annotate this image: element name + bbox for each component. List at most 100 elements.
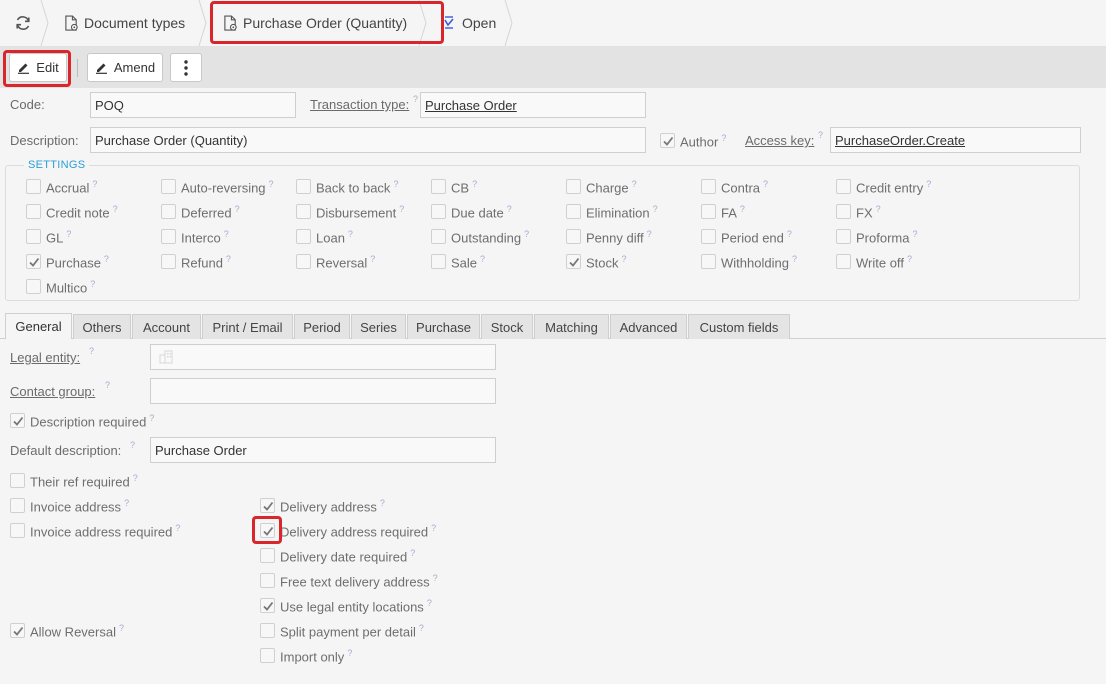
setting-checkbox[interactable] [566, 179, 581, 194]
breadcrumb: Document types Purchase Order (Quantity)… [0, 0, 1106, 47]
setting-checkbox[interactable] [26, 279, 41, 294]
split-payment-per-detail-label: Split payment per detail? [280, 623, 424, 640]
setting-label: Withholding? [721, 254, 797, 271]
setting-checkbox[interactable] [566, 254, 581, 269]
check-icon [262, 500, 274, 512]
use-legal-entity-locations-checkbox[interactable] [260, 598, 275, 613]
split-payment-per-detail-checkbox[interactable] [260, 623, 275, 638]
setting-checkbox[interactable] [296, 204, 311, 219]
help-marker[interactable]: ? [818, 130, 823, 140]
setting-checkbox[interactable] [26, 204, 41, 219]
setting-checkbox[interactable] [296, 229, 311, 244]
description-required-checkbox[interactable] [10, 413, 25, 428]
setting-checkbox[interactable] [836, 229, 851, 244]
setting-checkbox[interactable] [26, 229, 41, 244]
tab-series[interactable]: Series [351, 314, 406, 339]
tab-advanced[interactable]: Advanced [610, 314, 687, 339]
breadcrumb-current[interactable]: Purchase Order (Quantity) [223, 0, 407, 46]
edit-button-label: Edit [36, 60, 59, 75]
setting-checkbox[interactable] [701, 179, 716, 194]
chevron-separator-icon [198, 0, 207, 46]
chevron-separator-icon [40, 0, 49, 46]
help-marker[interactable]: ? [413, 94, 418, 104]
free-text-delivery-address-checkbox[interactable] [260, 573, 275, 588]
setting-checkbox[interactable] [836, 254, 851, 269]
tab-purchase[interactable]: Purchase [407, 314, 480, 339]
setting-checkbox[interactable] [296, 179, 311, 194]
setting-label: Interco? [181, 229, 229, 246]
tab-print-email[interactable]: Print / Email [202, 314, 293, 339]
description-required-label: Description required? [30, 413, 155, 430]
description-field[interactable]: Purchase Order (Quantity) [90, 127, 646, 153]
transaction-type-label[interactable]: Transaction type: [310, 97, 409, 112]
more-options-button[interactable] [170, 53, 202, 82]
setting-checkbox[interactable] [566, 204, 581, 219]
setting-checkbox[interactable] [431, 254, 446, 269]
setting-checkbox[interactable] [431, 204, 446, 219]
allow-reversal-checkbox[interactable] [10, 623, 25, 638]
setting-label: Loan? [316, 229, 353, 246]
setting-checkbox[interactable] [296, 254, 311, 269]
author-checkbox[interactable] [660, 133, 675, 148]
default-description-field[interactable]: Purchase Order [150, 437, 496, 463]
setting-checkbox[interactable] [836, 179, 851, 194]
breadcrumb-document-types-label: Document types [84, 15, 186, 31]
code-field[interactable]: POQ [90, 92, 296, 118]
setting-label: Write off? [856, 254, 912, 271]
setting-label: Deferred? [181, 204, 240, 221]
setting-checkbox[interactable] [701, 254, 716, 269]
help-marker[interactable]: ? [130, 440, 135, 450]
setting-checkbox[interactable] [161, 204, 176, 219]
edit-button[interactable]: Edit [9, 53, 67, 82]
setting-label: Credit note? [46, 204, 118, 221]
tab-period[interactable]: Period [294, 314, 350, 339]
access-key-label-text: Access key: [745, 133, 815, 148]
setting-checkbox[interactable] [701, 204, 716, 219]
legal-entity-label[interactable]: Legal entity: [10, 350, 80, 365]
invoice-address-checkbox[interactable] [10, 498, 25, 513]
breadcrumb-document-types[interactable]: Document types [64, 0, 185, 46]
delivery-address-required-checkbox[interactable] [260, 523, 275, 538]
tab-general[interactable]: General [5, 313, 72, 339]
legal-entity-field[interactable] [150, 344, 496, 370]
setting-checkbox[interactable] [566, 229, 581, 244]
tab-stock[interactable]: Stock [481, 314, 533, 339]
setting-checkbox[interactable] [701, 229, 716, 244]
contact-group-field[interactable] [150, 378, 496, 404]
delivery-address-checkbox[interactable] [260, 498, 275, 513]
invoice-address-required-checkbox[interactable] [10, 523, 25, 538]
setting-checkbox[interactable] [161, 179, 176, 194]
setting-label: Charge? [586, 179, 637, 196]
access-key-label[interactable]: Access key: [745, 133, 814, 148]
chevron-separator-icon [504, 0, 513, 46]
setting-label: Accrual? [46, 179, 98, 196]
tab-account[interactable]: Account [132, 314, 201, 339]
setting-checkbox[interactable] [26, 254, 41, 269]
amend-button[interactable]: Amend [87, 53, 163, 82]
pencil-icon [18, 63, 30, 74]
check-icon [662, 135, 674, 147]
access-key-field[interactable]: PurchaseOrder.Create [830, 127, 1081, 153]
check-icon [568, 256, 580, 268]
refresh-button[interactable] [14, 0, 37, 46]
setting-checkbox[interactable] [161, 229, 176, 244]
setting-checkbox[interactable] [431, 179, 446, 194]
transaction-type-field[interactable]: Purchase Order [420, 92, 646, 118]
breadcrumb-open[interactable]: Open [443, 0, 496, 46]
tab-matching[interactable]: Matching [534, 314, 609, 339]
import-only-checkbox[interactable] [260, 648, 275, 663]
setting-checkbox[interactable] [836, 204, 851, 219]
description-value: Purchase Order (Quantity) [95, 132, 248, 148]
setting-checkbox[interactable] [431, 229, 446, 244]
help-marker[interactable]: ? [89, 346, 94, 356]
their-ref-required-checkbox[interactable] [10, 473, 25, 488]
tab-others[interactable]: Others [73, 314, 131, 339]
setting-label: Multico? [46, 279, 96, 296]
tab-custom-fields[interactable]: Custom fields [688, 314, 790, 339]
setting-checkbox[interactable] [26, 179, 41, 194]
setting-checkbox[interactable] [161, 254, 176, 269]
delivery-date-required-checkbox[interactable] [260, 548, 275, 563]
contact-group-label[interactable]: Contact group: [10, 384, 95, 399]
help-marker[interactable]: ? [105, 380, 110, 390]
code-label: Code: [10, 97, 45, 112]
